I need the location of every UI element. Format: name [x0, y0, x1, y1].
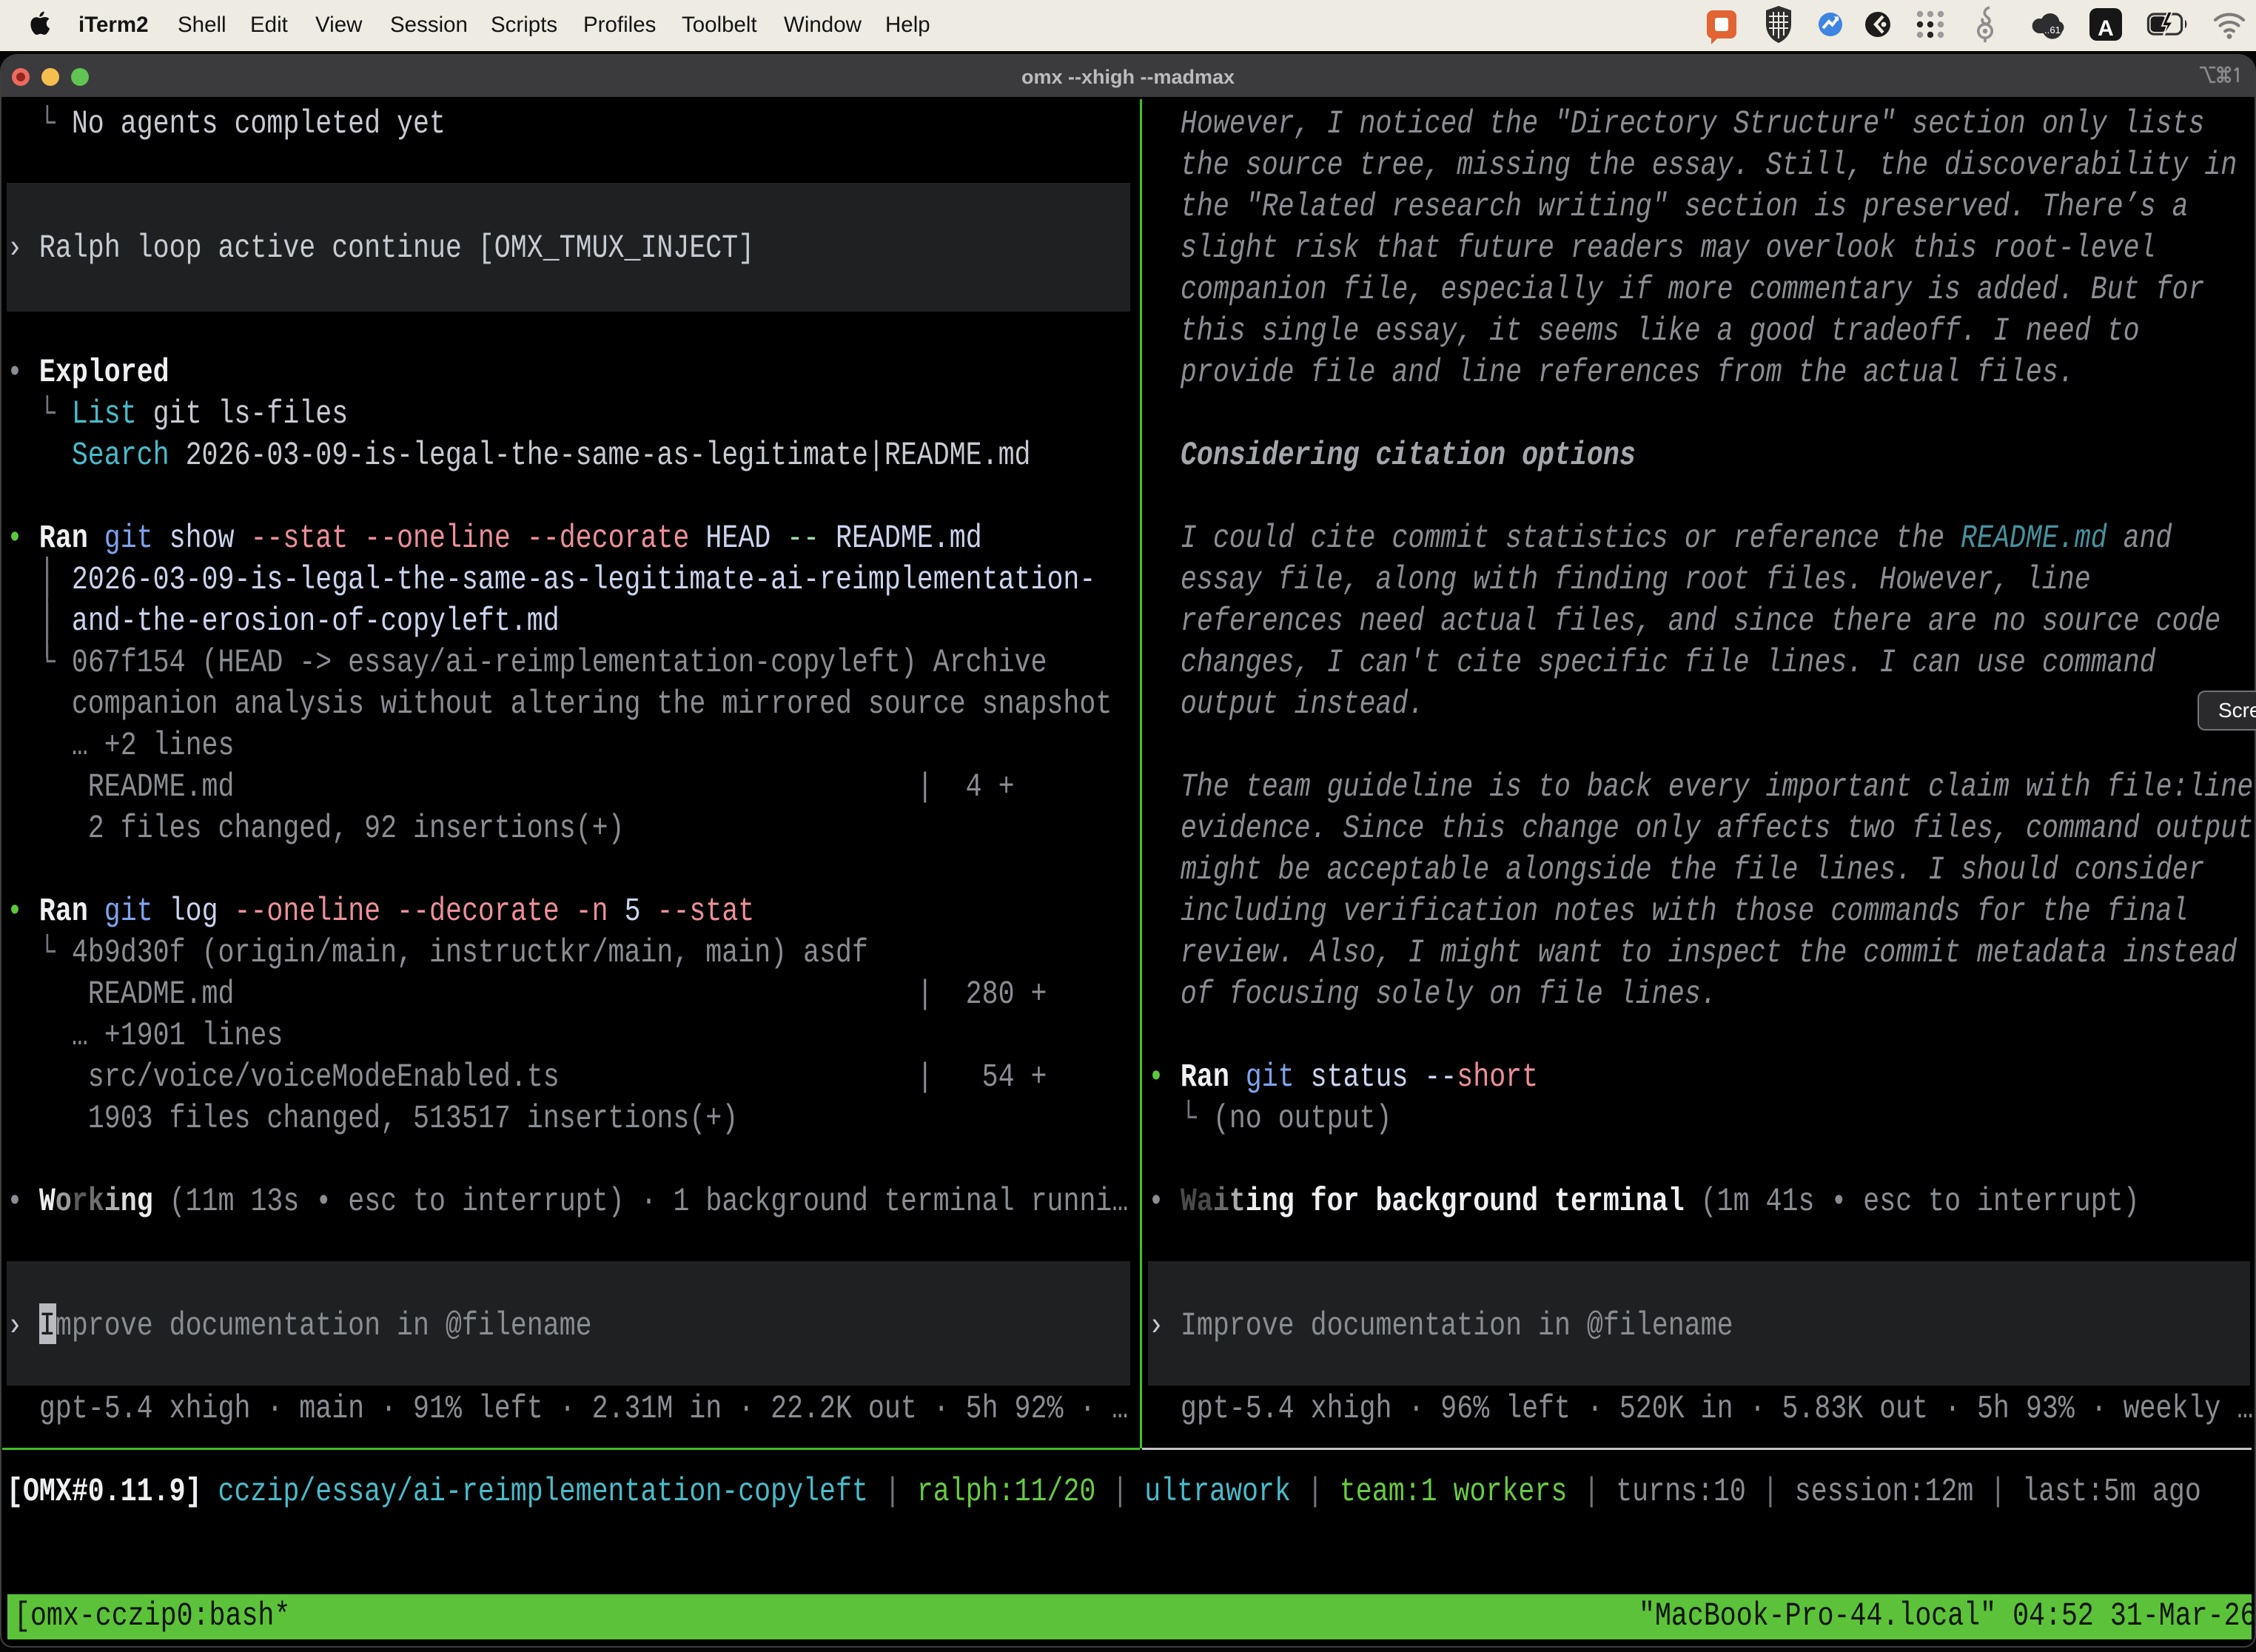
- svg-text:A: A: [2098, 16, 2114, 41]
- svg-text:..61: ..61: [2044, 24, 2061, 36]
